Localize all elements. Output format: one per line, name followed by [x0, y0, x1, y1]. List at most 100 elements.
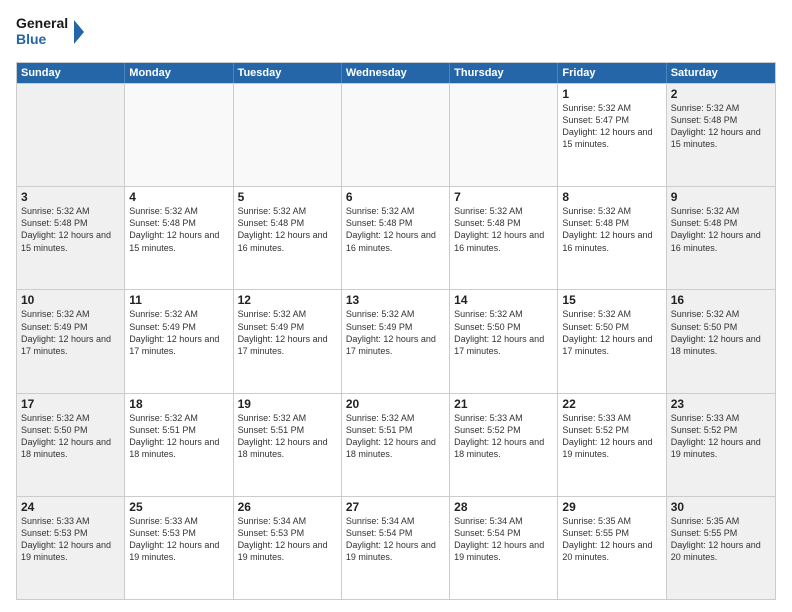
day-info: Sunrise: 5:33 AM Sunset: 5:52 PM Dayligh… — [671, 412, 771, 461]
cal-cell-3-4: 13Sunrise: 5:32 AM Sunset: 5:49 PM Dayli… — [342, 290, 450, 392]
day-info: Sunrise: 5:32 AM Sunset: 5:48 PM Dayligh… — [671, 205, 771, 254]
day-info: Sunrise: 5:32 AM Sunset: 5:50 PM Dayligh… — [562, 308, 661, 357]
cal-cell-4-3: 19Sunrise: 5:32 AM Sunset: 5:51 PM Dayli… — [234, 394, 342, 496]
cal-cell-1-4 — [342, 84, 450, 186]
cal-cell-5-7: 30Sunrise: 5:35 AM Sunset: 5:55 PM Dayli… — [667, 497, 775, 599]
day-number: 9 — [671, 190, 771, 204]
day-info: Sunrise: 5:33 AM Sunset: 5:53 PM Dayligh… — [21, 515, 120, 564]
cal-cell-4-2: 18Sunrise: 5:32 AM Sunset: 5:51 PM Dayli… — [125, 394, 233, 496]
day-info: Sunrise: 5:32 AM Sunset: 5:48 PM Dayligh… — [562, 205, 661, 254]
day-number: 19 — [238, 397, 337, 411]
day-info: Sunrise: 5:32 AM Sunset: 5:51 PM Dayligh… — [129, 412, 228, 461]
day-number: 16 — [671, 293, 771, 307]
day-number: 2 — [671, 87, 771, 101]
day-info: Sunrise: 5:32 AM Sunset: 5:48 PM Dayligh… — [21, 205, 120, 254]
day-info: Sunrise: 5:33 AM Sunset: 5:52 PM Dayligh… — [454, 412, 553, 461]
weekday-header-monday: Monday — [125, 63, 233, 83]
day-number: 14 — [454, 293, 553, 307]
day-info: Sunrise: 5:32 AM Sunset: 5:51 PM Dayligh… — [346, 412, 445, 461]
weekday-header-wednesday: Wednesday — [342, 63, 450, 83]
weekday-header-sunday: Sunday — [17, 63, 125, 83]
weekday-header-friday: Friday — [558, 63, 666, 83]
cal-cell-5-1: 24Sunrise: 5:33 AM Sunset: 5:53 PM Dayli… — [17, 497, 125, 599]
day-info: Sunrise: 5:32 AM Sunset: 5:49 PM Dayligh… — [238, 308, 337, 357]
day-number: 29 — [562, 500, 661, 514]
cal-cell-1-5 — [450, 84, 558, 186]
weekday-header-tuesday: Tuesday — [234, 63, 342, 83]
day-number: 3 — [21, 190, 120, 204]
cal-cell-2-7: 9Sunrise: 5:32 AM Sunset: 5:48 PM Daylig… — [667, 187, 775, 289]
cal-cell-4-1: 17Sunrise: 5:32 AM Sunset: 5:50 PM Dayli… — [17, 394, 125, 496]
day-info: Sunrise: 5:32 AM Sunset: 5:51 PM Dayligh… — [238, 412, 337, 461]
day-number: 7 — [454, 190, 553, 204]
day-number: 20 — [346, 397, 445, 411]
day-info: Sunrise: 5:32 AM Sunset: 5:49 PM Dayligh… — [346, 308, 445, 357]
day-info: Sunrise: 5:34 AM Sunset: 5:54 PM Dayligh… — [346, 515, 445, 564]
cal-cell-2-2: 4Sunrise: 5:32 AM Sunset: 5:48 PM Daylig… — [125, 187, 233, 289]
logo: General Blue — [16, 12, 86, 52]
day-info: Sunrise: 5:33 AM Sunset: 5:52 PM Dayligh… — [562, 412, 661, 461]
calendar-row-2: 3Sunrise: 5:32 AM Sunset: 5:48 PM Daylig… — [17, 186, 775, 289]
calendar-body: 1Sunrise: 5:32 AM Sunset: 5:47 PM Daylig… — [17, 83, 775, 599]
day-number: 15 — [562, 293, 661, 307]
cal-cell-3-5: 14Sunrise: 5:32 AM Sunset: 5:50 PM Dayli… — [450, 290, 558, 392]
cal-cell-2-6: 8Sunrise: 5:32 AM Sunset: 5:48 PM Daylig… — [558, 187, 666, 289]
day-number: 28 — [454, 500, 553, 514]
cal-cell-1-6: 1Sunrise: 5:32 AM Sunset: 5:47 PM Daylig… — [558, 84, 666, 186]
calendar-row-3: 10Sunrise: 5:32 AM Sunset: 5:49 PM Dayli… — [17, 289, 775, 392]
day-number: 8 — [562, 190, 661, 204]
day-info: Sunrise: 5:32 AM Sunset: 5:47 PM Dayligh… — [562, 102, 661, 151]
cal-cell-4-5: 21Sunrise: 5:33 AM Sunset: 5:52 PM Dayli… — [450, 394, 558, 496]
cal-cell-2-5: 7Sunrise: 5:32 AM Sunset: 5:48 PM Daylig… — [450, 187, 558, 289]
day-info: Sunrise: 5:32 AM Sunset: 5:50 PM Dayligh… — [454, 308, 553, 357]
calendar-row-4: 17Sunrise: 5:32 AM Sunset: 5:50 PM Dayli… — [17, 393, 775, 496]
calendar: SundayMondayTuesdayWednesdayThursdayFrid… — [16, 62, 776, 600]
day-info: Sunrise: 5:32 AM Sunset: 5:48 PM Dayligh… — [346, 205, 445, 254]
cal-cell-4-4: 20Sunrise: 5:32 AM Sunset: 5:51 PM Dayli… — [342, 394, 450, 496]
day-info: Sunrise: 5:32 AM Sunset: 5:48 PM Dayligh… — [129, 205, 228, 254]
day-number: 6 — [346, 190, 445, 204]
day-info: Sunrise: 5:33 AM Sunset: 5:53 PM Dayligh… — [129, 515, 228, 564]
day-number: 1 — [562, 87, 661, 101]
day-number: 26 — [238, 500, 337, 514]
day-info: Sunrise: 5:34 AM Sunset: 5:53 PM Dayligh… — [238, 515, 337, 564]
cal-cell-3-6: 15Sunrise: 5:32 AM Sunset: 5:50 PM Dayli… — [558, 290, 666, 392]
cal-cell-1-3 — [234, 84, 342, 186]
day-number: 23 — [671, 397, 771, 411]
day-number: 10 — [21, 293, 120, 307]
cal-cell-2-1: 3Sunrise: 5:32 AM Sunset: 5:48 PM Daylig… — [17, 187, 125, 289]
weekday-header-saturday: Saturday — [667, 63, 775, 83]
cal-cell-4-6: 22Sunrise: 5:33 AM Sunset: 5:52 PM Dayli… — [558, 394, 666, 496]
weekday-header-thursday: Thursday — [450, 63, 558, 83]
day-info: Sunrise: 5:32 AM Sunset: 5:48 PM Dayligh… — [671, 102, 771, 151]
cal-cell-2-3: 5Sunrise: 5:32 AM Sunset: 5:48 PM Daylig… — [234, 187, 342, 289]
cal-cell-3-2: 11Sunrise: 5:32 AM Sunset: 5:49 PM Dayli… — [125, 290, 233, 392]
day-number: 13 — [346, 293, 445, 307]
cal-cell-3-3: 12Sunrise: 5:32 AM Sunset: 5:49 PM Dayli… — [234, 290, 342, 392]
svg-text:Blue: Blue — [16, 31, 47, 47]
day-info: Sunrise: 5:32 AM Sunset: 5:50 PM Dayligh… — [21, 412, 120, 461]
day-number: 30 — [671, 500, 771, 514]
day-number: 22 — [562, 397, 661, 411]
cal-cell-3-7: 16Sunrise: 5:32 AM Sunset: 5:50 PM Dayli… — [667, 290, 775, 392]
day-number: 11 — [129, 293, 228, 307]
cal-cell-5-6: 29Sunrise: 5:35 AM Sunset: 5:55 PM Dayli… — [558, 497, 666, 599]
day-info: Sunrise: 5:32 AM Sunset: 5:50 PM Dayligh… — [671, 308, 771, 357]
day-info: Sunrise: 5:35 AM Sunset: 5:55 PM Dayligh… — [671, 515, 771, 564]
day-number: 17 — [21, 397, 120, 411]
cal-cell-5-5: 28Sunrise: 5:34 AM Sunset: 5:54 PM Dayli… — [450, 497, 558, 599]
day-number: 18 — [129, 397, 228, 411]
cal-cell-1-1 — [17, 84, 125, 186]
day-info: Sunrise: 5:35 AM Sunset: 5:55 PM Dayligh… — [562, 515, 661, 564]
cal-cell-1-2 — [125, 84, 233, 186]
day-number: 25 — [129, 500, 228, 514]
day-info: Sunrise: 5:32 AM Sunset: 5:48 PM Dayligh… — [454, 205, 553, 254]
day-number: 12 — [238, 293, 337, 307]
day-number: 4 — [129, 190, 228, 204]
day-info: Sunrise: 5:32 AM Sunset: 5:48 PM Dayligh… — [238, 205, 337, 254]
day-info: Sunrise: 5:32 AM Sunset: 5:49 PM Dayligh… — [21, 308, 120, 357]
day-number: 5 — [238, 190, 337, 204]
cal-cell-3-1: 10Sunrise: 5:32 AM Sunset: 5:49 PM Dayli… — [17, 290, 125, 392]
cal-cell-2-4: 6Sunrise: 5:32 AM Sunset: 5:48 PM Daylig… — [342, 187, 450, 289]
cal-cell-1-7: 2Sunrise: 5:32 AM Sunset: 5:48 PM Daylig… — [667, 84, 775, 186]
